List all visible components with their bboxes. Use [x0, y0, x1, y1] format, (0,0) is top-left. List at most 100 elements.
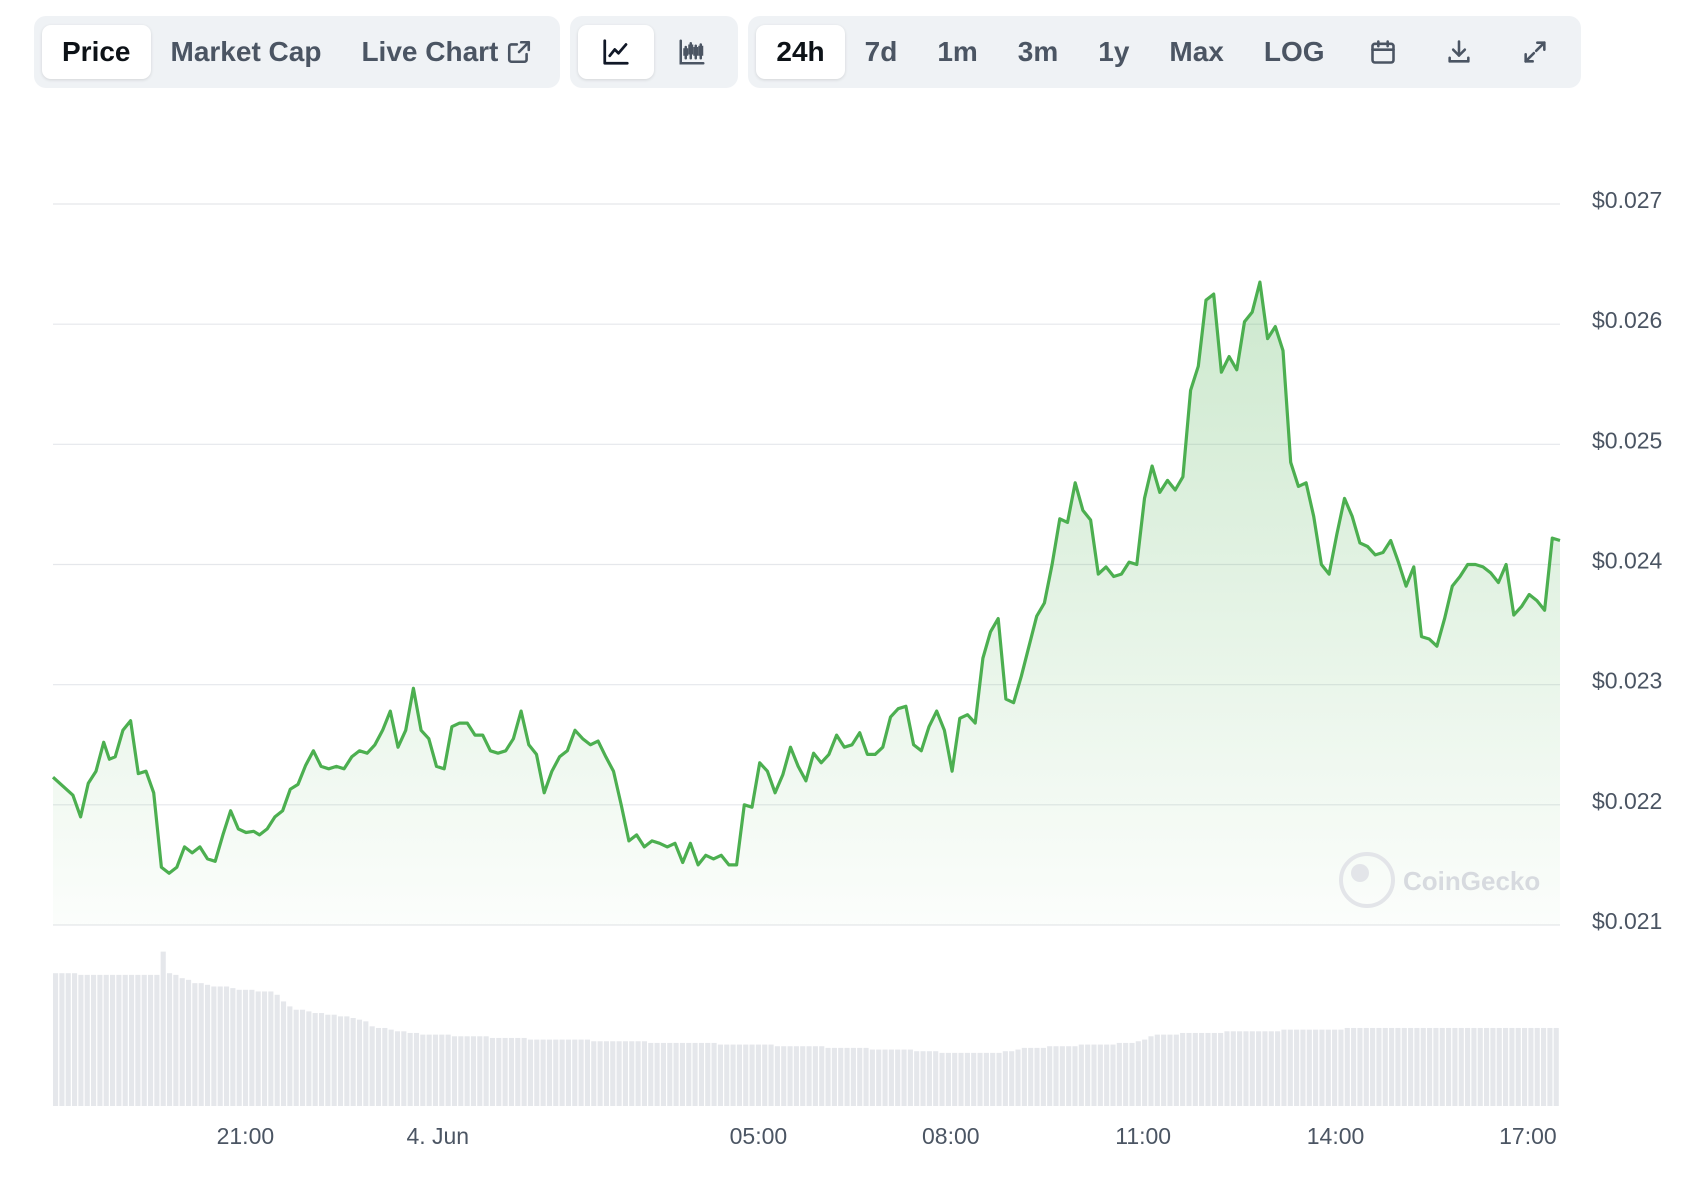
- volume-bar: [1142, 1039, 1148, 1106]
- volume-bar: [141, 974, 147, 1106]
- x-axis-labels: 21:00 4. Jun 05:00 08:00 11:00 14:00 17:00: [217, 1123, 1557, 1149]
- y-tick-label: $0.024: [1592, 548, 1663, 574]
- volume-bar: [198, 983, 204, 1106]
- volume-bar: [1002, 1051, 1008, 1106]
- volume-bar: [958, 1052, 964, 1106]
- volume-bar: [686, 1042, 692, 1106]
- volume-bar: [1281, 1029, 1287, 1106]
- volume-bar: [1186, 1032, 1192, 1106]
- volume-bar: [325, 1014, 331, 1106]
- watermark-text: CoinGecko: [1403, 866, 1540, 896]
- volume-bar: [1344, 1027, 1350, 1106]
- volume-bar: [736, 1044, 742, 1106]
- volume-bar: [1085, 1044, 1091, 1106]
- volume-bar: [1319, 1029, 1325, 1106]
- volume-bar: [97, 974, 103, 1106]
- volume-bar: [1180, 1032, 1186, 1106]
- volume-bar: [128, 974, 135, 1106]
- volume-bar: [1224, 1031, 1230, 1106]
- volume-bar: [274, 994, 280, 1106]
- volume-bar: [1091, 1044, 1097, 1106]
- volume-bar: [1009, 1051, 1015, 1106]
- volume-bar: [1503, 1027, 1509, 1106]
- volume-bar: [1243, 1031, 1249, 1106]
- volume-bar: [1123, 1042, 1129, 1106]
- volume-bar: [971, 1052, 977, 1106]
- volume-bar: [578, 1039, 584, 1106]
- volume-bar: [318, 1013, 325, 1106]
- volume-bar: [147, 974, 154, 1106]
- volume-bar: [762, 1044, 768, 1106]
- volume-bar: [553, 1039, 559, 1106]
- volume-bar: [1300, 1029, 1306, 1106]
- volume-bar: [426, 1034, 432, 1106]
- volume-bar: [1370, 1027, 1376, 1106]
- volume-bar: [1541, 1027, 1547, 1106]
- volume-bar: [654, 1042, 660, 1106]
- volume-bar: [781, 1046, 787, 1106]
- volume-bar: [945, 1052, 951, 1106]
- volume-bar: [673, 1042, 679, 1106]
- volume-bar: [109, 974, 116, 1106]
- volume-bar: [635, 1041, 641, 1106]
- x-tick-label: 4. Jun: [406, 1123, 469, 1149]
- volume-bar: [90, 974, 97, 1106]
- volume-bar: [1332, 1029, 1338, 1106]
- volume-bar: [268, 991, 274, 1106]
- volume-bar: [1363, 1027, 1369, 1106]
- volume-bar: [1490, 1027, 1496, 1106]
- volume-bar: [806, 1046, 812, 1106]
- volume-bar: [407, 1032, 413, 1106]
- volume-bar: [154, 974, 160, 1106]
- volume-bar: [508, 1037, 515, 1106]
- volume-bar: [1553, 1027, 1559, 1106]
- y-tick-label: $0.025: [1592, 427, 1662, 453]
- volume-bar: [122, 974, 128, 1106]
- y-tick-label: $0.027: [1592, 187, 1662, 213]
- volume-bar: [698, 1042, 704, 1106]
- volume-bar: [1211, 1032, 1217, 1106]
- volume-bar: [489, 1037, 496, 1106]
- volume-bar: [280, 1001, 287, 1106]
- volume-bar: [1015, 1049, 1021, 1106]
- volume-bar: [204, 984, 211, 1106]
- volume-bar: [768, 1044, 774, 1106]
- volume-bar: [1528, 1027, 1534, 1106]
- volume-bar: [1154, 1034, 1160, 1106]
- volume-bar: [603, 1041, 610, 1106]
- volume-bar: [1427, 1027, 1433, 1106]
- volume-bar: [1028, 1047, 1034, 1106]
- volume-bar: [344, 1016, 350, 1106]
- volume-bar: [103, 974, 109, 1106]
- volume-bar: [1420, 1027, 1426, 1106]
- volume-bar: [616, 1041, 622, 1106]
- volume-bar: [952, 1052, 958, 1106]
- volume-bar: [724, 1044, 730, 1106]
- volume-bar: [730, 1044, 736, 1106]
- x-tick-label: 11:00: [1115, 1123, 1171, 1149]
- volume-bar: [255, 991, 261, 1106]
- volume-bar: [1040, 1047, 1046, 1106]
- volume-bar: [369, 1026, 375, 1106]
- y-tick-label: $0.021: [1592, 908, 1662, 934]
- volume-bar: [914, 1051, 920, 1106]
- volume-bar: [901, 1049, 907, 1106]
- volume-bar: [584, 1039, 591, 1106]
- volume-bar: [1515, 1027, 1521, 1106]
- volume-bar: [591, 1041, 597, 1106]
- volume-bar: [819, 1046, 825, 1106]
- volume-bar: [116, 974, 122, 1106]
- volume-bar: [382, 1027, 388, 1106]
- volume-bar: [1522, 1027, 1528, 1106]
- volume-bar: [1408, 1027, 1414, 1106]
- volume-bar: [572, 1039, 578, 1106]
- volume-bar: [1452, 1027, 1458, 1106]
- y-tick-label: $0.026: [1592, 307, 1662, 333]
- volume-bar: [850, 1047, 856, 1106]
- volume-bar: [65, 973, 71, 1106]
- volume-bar: [1287, 1029, 1293, 1106]
- volume-bar: [1401, 1027, 1407, 1106]
- volume-bar: [287, 1006, 293, 1106]
- volume-bar: [610, 1041, 616, 1106]
- volume-bar: [261, 991, 268, 1106]
